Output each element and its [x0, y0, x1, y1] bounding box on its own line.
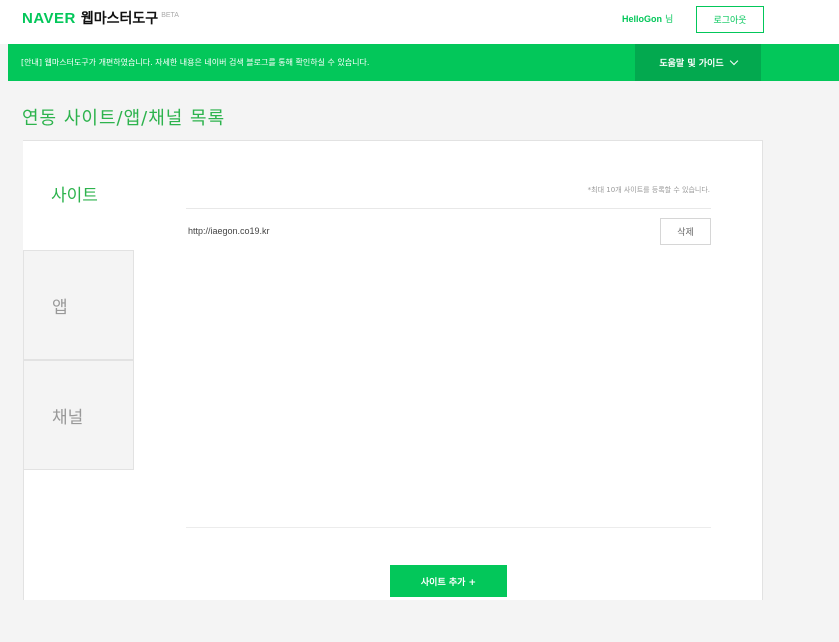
- help-guide-button[interactable]: 도움말 및 가이드: [635, 44, 761, 81]
- tab-channel[interactable]: 채널: [23, 360, 134, 470]
- site-limit-note: *최대 10개 사이트를 등록할 수 있습니다.: [587, 186, 710, 194]
- user-name-text: HelloGon: [622, 14, 662, 24]
- logout-button[interactable]: 로그아웃: [696, 6, 764, 33]
- tab-app[interactable]: 앱: [23, 250, 134, 360]
- tab-site[interactable]: 사이트: [23, 141, 134, 251]
- top-header: NAVER 웹마스터도구 BETA HelloGon 님 로그아웃: [0, 0, 839, 44]
- chevron-down-icon: [729, 56, 738, 65]
- add-site-button[interactable]: 사이트 추가 +: [390, 565, 507, 597]
- naver-logo: NAVER: [22, 10, 76, 27]
- notice-text: [안내] 웹마스터도구가 개편하였습니다. 자세한 내용은 네이버 검색 블로그…: [21, 58, 370, 67]
- beta-badge: BETA: [161, 12, 179, 19]
- list-divider-bottom: [186, 527, 711, 528]
- page-title: 연동 사이트/앱/채널 목록: [22, 108, 226, 129]
- notice-bar: [안내] 웹마스터도구가 개편하였습니다. 자세한 내용은 네이버 검색 블로그…: [8, 44, 839, 81]
- delete-button[interactable]: 삭제: [660, 218, 711, 245]
- site-row: http://iaegon.co19.kr 삭제: [186, 209, 711, 253]
- user-name: HelloGon 님: [622, 12, 673, 25]
- content-panel: 사이트 앱 채널 *최대 10개 사이트를 등록할 수 있습니다. http:/…: [23, 140, 763, 600]
- logo[interactable]: NAVER 웹마스터도구 BETA: [22, 8, 179, 28]
- site-url[interactable]: http://iaegon.co19.kr: [188, 226, 270, 236]
- app-title: 웹마스터도구: [80, 11, 159, 27]
- help-guide-label: 도움말 및 가이드: [659, 59, 724, 69]
- user-name-suffix: 님: [665, 14, 674, 24]
